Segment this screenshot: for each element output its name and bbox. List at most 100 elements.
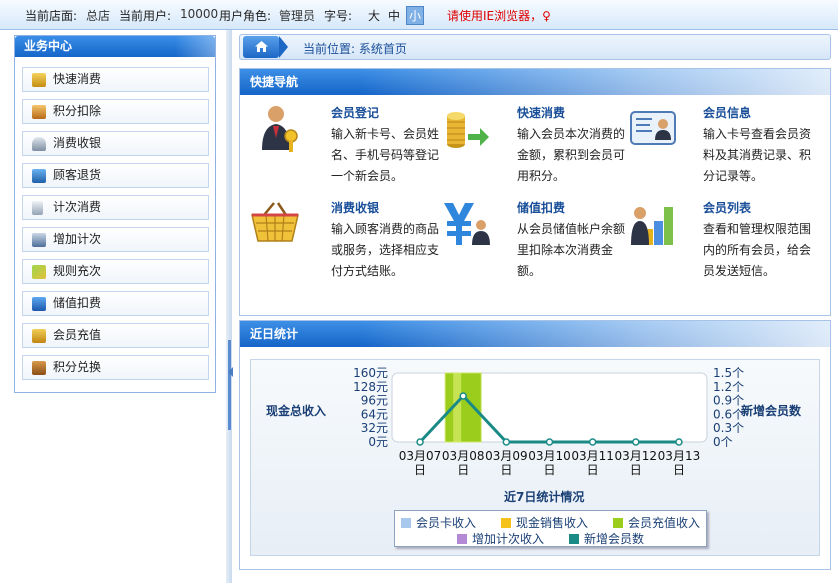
nav-item-title[interactable]: 快速消费	[517, 104, 565, 121]
shopping-basket-icon	[251, 202, 299, 242]
quick-consume-icon	[447, 112, 489, 148]
left-tick-label: 128元	[353, 380, 388, 394]
plot-area	[391, 372, 708, 443]
line-point	[416, 438, 424, 446]
nav-item-desc: 查看和管理权限范围内的所有会员，给会员发送短信。	[703, 222, 812, 278]
font-size-large[interactable]: 大	[368, 7, 380, 24]
legend-label: 会员卡收入	[416, 516, 477, 530]
nav-item-desc: 从会员储值帐户余额里扣除本次消费金额。	[517, 222, 626, 278]
right-tick-label: 0.9个	[713, 394, 744, 408]
font-size-medium[interactable]: 中	[388, 7, 400, 24]
line-point	[588, 438, 597, 446]
legend-member-card: 会员卡收入	[401, 514, 476, 531]
breadcrumb: 当前位置: 系统首页	[239, 34, 831, 60]
collapse-arrow-icon[interactable]	[228, 367, 233, 377]
splitter-handle[interactable]	[228, 340, 231, 430]
nav-item-title[interactable]: 会员列表	[703, 199, 751, 216]
legend-swatch	[569, 534, 579, 544]
rule-recharge-icon	[32, 265, 46, 279]
exchange-icon	[32, 361, 46, 375]
nav-item-desc: 输入新卡号、会员姓名、手机号码等登记一个新会员。	[331, 127, 440, 183]
legend-label: 增加计次收入	[472, 532, 545, 546]
nav-item-title[interactable]: 会员信息	[703, 104, 751, 121]
nav-item-desc: 输入顾客消费的商品或服务，选择相应支付方式结账。	[331, 222, 440, 278]
sidebar-splitter[interactable]	[226, 30, 232, 583]
stats-chart: 160元128元96元64元32元0元1.5个1.2个0.9个0.6个0.3个0…	[353, 366, 744, 477]
sidebar-item-stored-deduct[interactable]: 储值扣费	[22, 291, 209, 316]
return-icon	[32, 169, 46, 183]
legend-swatch	[457, 534, 467, 544]
top-status-bar: 当前店面: 总店 当前用户: 10000 用户角色: 管理员 字号: 大 中 小…	[0, 0, 838, 30]
sidebar-item-cashier[interactable]: 消费收银	[22, 131, 209, 156]
yen-user-icon	[32, 297, 46, 311]
user-value: 10000	[180, 7, 219, 21]
sidebar-item-return[interactable]: 顾客退货	[22, 163, 209, 188]
quick-nav-panel: 快捷导航 会员登记 输入新卡号、会员姓名、手机号码等登记一个新会员。 快速消费 …	[239, 68, 831, 316]
x-tick-label-suffix: 日	[500, 463, 512, 477]
line-point	[459, 392, 467, 400]
nav-item-title[interactable]: 会员登记	[331, 104, 379, 121]
x-tick-label: 03月09	[485, 449, 528, 463]
sidebar-item-label: 增加计次	[53, 232, 102, 246]
x-tick-label: 03月11	[571, 449, 614, 463]
sidebar-item-label: 计次消费	[53, 200, 102, 214]
legend-new-members: 新增会员数	[569, 530, 644, 547]
x-tick-label-suffix: 日	[587, 463, 599, 477]
legend-label: 会员充值收入	[628, 516, 701, 530]
legend-member-recharge: 会员充值收入	[613, 514, 700, 531]
nav-cashier[interactable]: 消费收银 输入顾客消费的商品或服务，选择相应支付方式结账。	[250, 199, 440, 289]
right-tick-label: 0.6个	[713, 407, 744, 421]
home-icon	[255, 41, 268, 52]
role-value: 管理员	[279, 9, 316, 23]
sidebar-item-count-consume[interactable]: 计次消费	[22, 195, 209, 220]
x-tick-label-suffix: 日	[673, 463, 685, 477]
left-tick-label: 64元	[361, 407, 388, 421]
font-size-label: 字号:	[324, 9, 353, 23]
store-label: 当前店面:	[25, 9, 78, 23]
left-tick-label: 0元	[368, 435, 388, 449]
sidebar-item-add-count[interactable]: 增加计次	[22, 227, 209, 252]
quick-nav-title: 快捷导航	[240, 69, 830, 95]
right-tick-label: 1.5个	[713, 366, 744, 380]
x-tick-label-suffix: 日	[414, 463, 426, 477]
sidebar-title: 业务中心	[15, 36, 215, 57]
line-point	[502, 438, 511, 446]
nav-member-register[interactable]: 会员登记 输入新卡号、会员姓名、手机号码等登记一个新会员。	[258, 104, 448, 194]
left-tick-label: 160元	[353, 366, 388, 380]
sidebar-item-label: 顾客退货	[53, 168, 102, 182]
x-tick-label-suffix: 日	[543, 463, 555, 477]
sidebar-item-member-recharge[interactable]: 会员充值	[22, 323, 209, 348]
sidebar-item-rule-recharge[interactable]: 规则充次	[22, 259, 209, 284]
stats-panel: 近日统计 现金总收入 新增会员数 160元 128元 96元 64元 32元 0元 1.5个…	[239, 320, 831, 570]
legend-swatch	[613, 518, 623, 528]
nav-member-info[interactable]: 会员信息 输入卡号查看会员资料及其消费记录、积分记录等。	[630, 104, 820, 194]
browser-warning: 请使用IE浏览器，♀	[447, 9, 551, 23]
sidebar-item-quick-consume[interactable]: 快速消费	[22, 67, 209, 92]
member-list-icon	[631, 207, 673, 245]
count-consume-icon	[32, 201, 43, 215]
line-point	[675, 438, 683, 446]
right-tick-label: 1.2个	[713, 380, 744, 394]
nav-stored-value[interactable]: 储值扣费 从会员储值帐户余额里扣除本次消费金额。	[444, 199, 634, 289]
nav-quick-consume[interactable]: 快速消费 输入会员本次消费的金额，累积到会员可用积分。	[444, 104, 634, 194]
sidebar-item-label: 积分兑换	[53, 360, 102, 374]
left-tick-label: 32元	[361, 421, 388, 435]
nav-member-list[interactable]: 会员列表 查看和管理权限范围内的所有会员，给会员发送短信。	[630, 199, 820, 289]
role-label: 用户角色:	[219, 9, 272, 23]
x-tick-label: 03月12	[615, 449, 658, 463]
legend-label: 现金销售收入	[516, 516, 589, 530]
legend-add-count: 增加计次收入	[457, 530, 544, 547]
legend-swatch	[401, 518, 411, 528]
legend-label: 新增会员数	[584, 532, 645, 546]
font-size-small[interactable]: 小	[406, 6, 425, 25]
store-value: 总店	[86, 9, 111, 23]
nav-item-title[interactable]: 消费收银	[331, 199, 379, 216]
right-tick-label: 0.3个	[713, 421, 744, 435]
x-tick-label: 03月13	[658, 449, 701, 463]
stored-value-icon	[444, 203, 490, 245]
sidebar-item-label: 规则充次	[53, 264, 102, 278]
sidebar-item-points-exchange[interactable]: 积分兑换	[22, 355, 209, 380]
nav-item-title[interactable]: 储值扣费	[517, 199, 565, 216]
home-button[interactable]	[243, 36, 288, 58]
sidebar-item-points-deduct[interactable]: 积分扣除	[22, 99, 209, 124]
